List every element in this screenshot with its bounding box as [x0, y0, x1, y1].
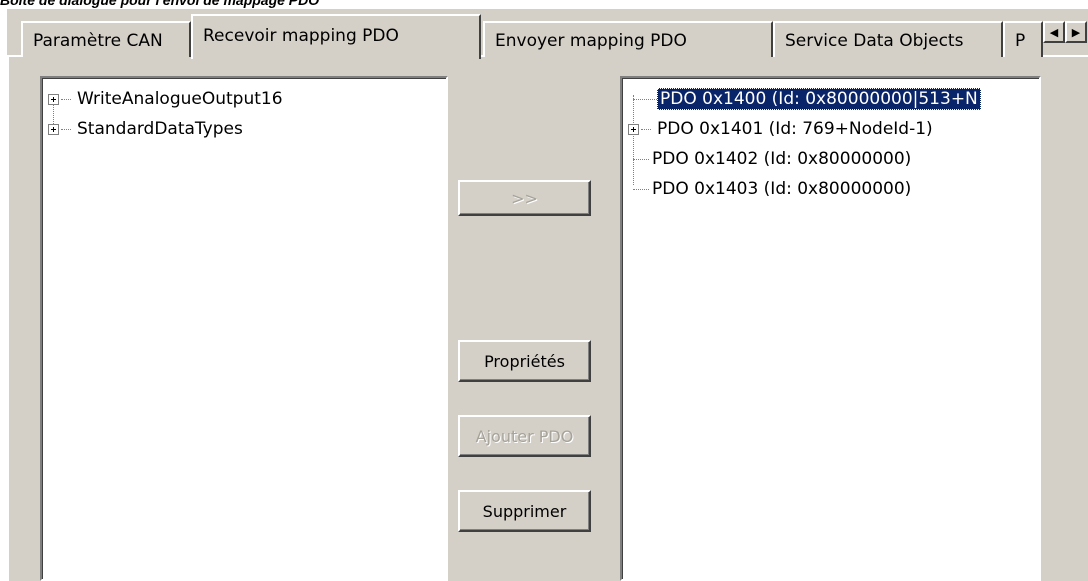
tree-node-label: PDO 0x1401 (Id: 769+NodeId-1)	[657, 119, 933, 139]
button-label: Ajouter PDO	[475, 426, 574, 446]
tree-node-label: WriteAnalogueOutput16	[77, 89, 283, 109]
tab-service-data-objects[interactable]: Service Data Objects	[773, 21, 1003, 57]
tab-send-pdo-mapping[interactable]: Envoyer mapping PDO	[483, 21, 773, 57]
expand-plus-icon[interactable]	[48, 93, 59, 105]
tab-label: Paramètre CAN	[33, 31, 163, 51]
tree-node-standard-data-types[interactable]: StandardDataTypes	[48, 114, 246, 144]
tab-scroll-right-button[interactable]: ▶	[1065, 21, 1087, 43]
tree-branch-line	[633, 158, 649, 160]
expand-plus-icon[interactable]	[48, 123, 59, 135]
tree-branch-line	[633, 98, 657, 100]
tree-inner-border	[42, 78, 446, 579]
button-label: >>	[511, 188, 538, 208]
expand-plus-icon[interactable]	[628, 123, 639, 135]
tab-label: Service Data Objects	[785, 31, 964, 51]
tree-node-label: PDO 0x1400 (Id: 0x80000000|513+N	[657, 88, 981, 110]
button-label: Supprimer	[482, 501, 567, 521]
button-label: Propriétés	[484, 351, 565, 371]
tree-node-pdo-0x1401[interactable]: PDO 0x1401 (Id: 769+NodeId-1)	[628, 114, 936, 144]
tab-label: Envoyer mapping PDO	[495, 31, 687, 51]
delete-button[interactable]: Supprimer	[458, 490, 591, 532]
add-pdo-button[interactable]: Ajouter PDO	[458, 415, 591, 457]
add-arrow-button[interactable]: >>	[458, 180, 591, 216]
pdo-mapping-dialog: Paramètre CAN Recevoir mapping PDO Envoy…	[7, 9, 1088, 581]
tab-truncated[interactable]: P	[1003, 21, 1043, 57]
tree-branch-line	[61, 98, 71, 100]
tab-label: Recevoir mapping PDO	[203, 26, 399, 46]
arrow-left-icon: ◀	[1049, 25, 1059, 39]
tab-scroll-left-button[interactable]: ◀	[1043, 21, 1065, 43]
tree-node-write-analogue-output16[interactable]: WriteAnalogueOutput16	[48, 84, 286, 114]
tab-can-parameters[interactable]: Paramètre CAN	[21, 21, 191, 57]
available-objects-tree[interactable]: WriteAnalogueOutput16 StandardDataTypes	[40, 76, 448, 581]
pdo-mapping-tree[interactable]: PDO 0x1400 (Id: 0x80000000|513+N PDO 0x1…	[620, 76, 1041, 581]
arrow-right-icon: ▶	[1071, 25, 1081, 39]
tree-node-pdo-0x1400[interactable]: PDO 0x1400 (Id: 0x80000000|513+N	[628, 84, 981, 114]
properties-button[interactable]: Propriétés	[458, 340, 591, 382]
tree-branch-line	[61, 128, 71, 130]
tree-node-label: StandardDataTypes	[77, 119, 243, 139]
tab-label: P	[1015, 31, 1026, 51]
tab-panel-border-left	[7, 55, 9, 581]
tab-receive-pdo-mapping[interactable]: Recevoir mapping PDO	[191, 14, 481, 59]
tree-node-pdo-0x1403[interactable]: PDO 0x1403 (Id: 0x80000000)	[628, 174, 914, 204]
figure-caption: Boîte de dialogue pour l'envoi de mappag…	[0, 0, 320, 8]
tree-branch-line	[633, 188, 649, 190]
tree-node-pdo-0x1402[interactable]: PDO 0x1402 (Id: 0x80000000)	[628, 144, 914, 174]
tree-branch-line	[641, 128, 651, 130]
tree-node-label: PDO 0x1402 (Id: 0x80000000)	[652, 149, 912, 169]
tree-node-label: PDO 0x1403 (Id: 0x80000000)	[652, 179, 912, 199]
